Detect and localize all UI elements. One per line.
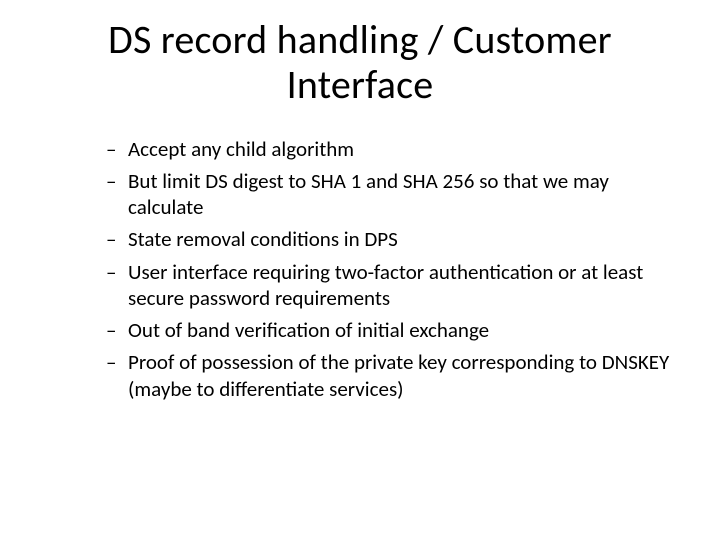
list-item: State removal conditions in DPS xyxy=(106,226,674,252)
list-item: User interface requiring two-factor auth… xyxy=(106,259,674,312)
slide: DS record handling / Customer Interface … xyxy=(0,0,720,540)
list-item: Out of band verification of initial exch… xyxy=(106,317,674,343)
bullet-list: Accept any child algorithm But limit DS … xyxy=(46,136,674,402)
list-item: But limit DS digest to SHA 1 and SHA 256… xyxy=(106,168,674,221)
list-item: Accept any child algorithm xyxy=(106,136,674,162)
list-item: Proof of possession of the private key c… xyxy=(106,349,674,402)
slide-title: DS record handling / Customer Interface xyxy=(46,18,674,108)
